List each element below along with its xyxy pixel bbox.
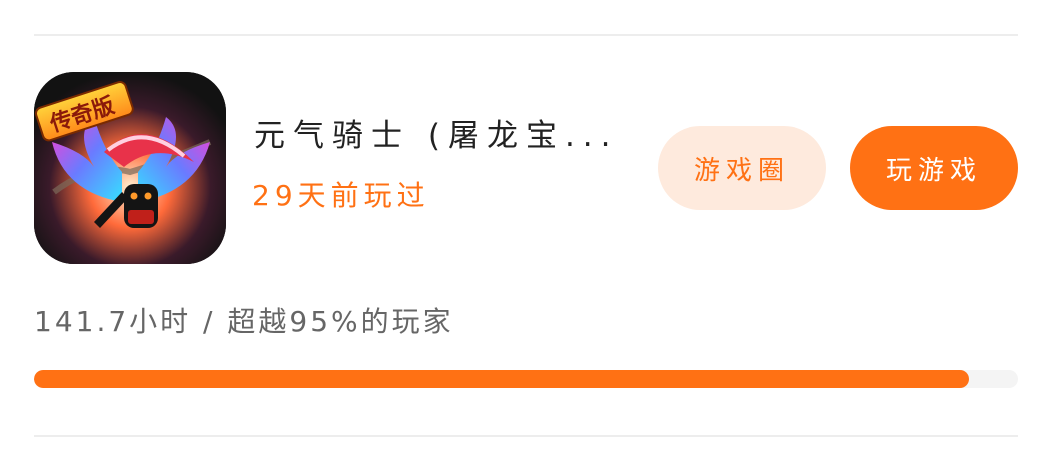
- game-app-icon[interactable]: 传奇版: [34, 72, 226, 264]
- soul-knight-icon: 传奇版: [34, 72, 226, 264]
- game-title: 元气骑士 (屠龙宝...: [254, 118, 619, 154]
- bottom-divider: [34, 435, 1018, 437]
- top-divider: [34, 34, 1018, 36]
- playtime-progress-bar: [34, 370, 1018, 388]
- game-circle-label: 游戏圈: [693, 155, 790, 186]
- playtime-progress-fill: [34, 370, 969, 388]
- play-game-button[interactable]: 玩游戏: [850, 126, 1018, 210]
- playtime-stats: 141.7小时 / 超越95%的玩家: [34, 305, 454, 338]
- game-circle-button[interactable]: 游戏圈: [658, 126, 826, 210]
- play-game-label: 玩游戏: [885, 155, 982, 186]
- last-played-time: 29天前玩过: [252, 179, 430, 212]
- game-record-card: 传奇版 元气骑士 (屠龙宝... 29天前玩过 游戏圈 玩游戏 141.7小时 …: [0, 0, 1055, 453]
